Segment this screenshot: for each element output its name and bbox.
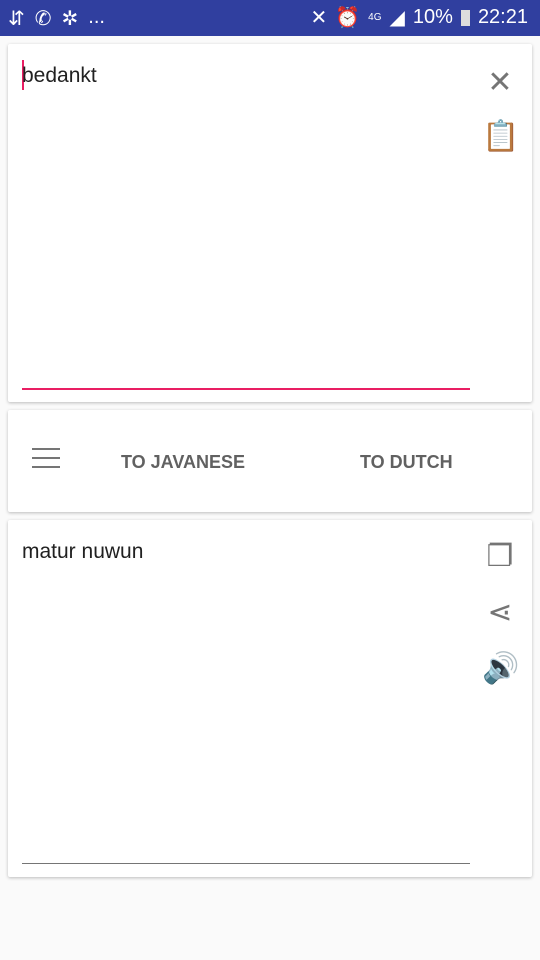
output-card: matur nuwun ❐ ⋖ 🔊 — [8, 520, 532, 877]
battery-icon — [460, 9, 470, 26]
copy-icon[interactable]: ❐ — [482, 542, 518, 572]
more-notifications: ... — [88, 6, 105, 28]
whatsapp-icon: ✆ — [34, 8, 52, 30]
translation-text: matur nuwun — [22, 540, 144, 563]
speaker-icon[interactable]: 🔊 — [482, 654, 519, 684]
share-icon[interactable]: ⋖ — [482, 598, 518, 628]
close-icon[interactable]: ✕ — [482, 68, 518, 98]
alarm-icon: ⏰ — [335, 7, 361, 29]
signal-icon: ◢ — [389, 7, 405, 29]
network-type: 4G — [368, 12, 382, 23]
menu-icon[interactable] — [32, 448, 60, 468]
output-underline — [22, 863, 470, 864]
status-bar: ⇵ ✆ ✲ ... ✕ ⏰ 4G ◢ 10% 22:21 — [0, 0, 540, 36]
input-card: bedankt ✕ 📋 — [8, 44, 532, 402]
to-dutch-button[interactable]: TO DUTCH — [360, 452, 453, 473]
mute-icon: ✕ — [310, 7, 328, 29]
to-javanese-button[interactable]: TO JAVANESE — [121, 452, 245, 473]
battery-percent: 10% — [412, 6, 453, 28]
input-underline — [22, 388, 470, 390]
source-text-input[interactable]: bedankt — [22, 64, 97, 88]
clock: 22:21 — [477, 6, 528, 28]
download-icon: ⇵ — [8, 8, 25, 30]
translate-toolbar: TO JAVANESE TO DUTCH — [8, 410, 532, 512]
clipboard-icon[interactable]: 📋 — [482, 122, 519, 152]
aperture-icon: ✲ — [61, 8, 79, 30]
